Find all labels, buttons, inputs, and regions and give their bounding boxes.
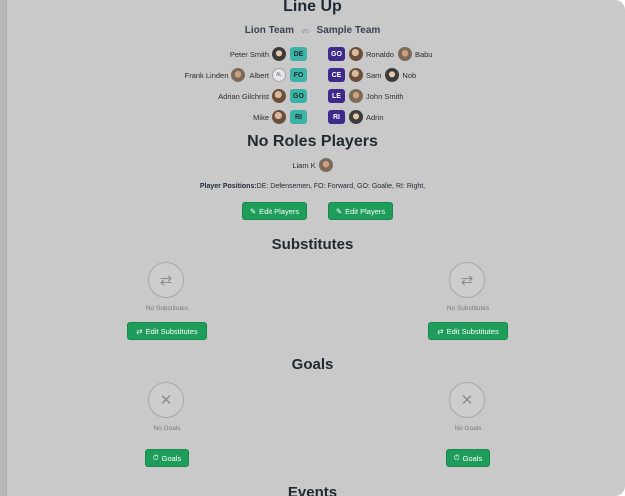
goals-button-left[interactable]: ⏱ Goals [145, 449, 189, 467]
avatar [272, 110, 286, 124]
player-name: Nob [402, 70, 417, 80]
avatar [349, 89, 363, 103]
player-name: Babu [414, 49, 433, 59]
edit-players-button-left[interactable]: ✎ Edit Players [242, 202, 307, 220]
substitutes-title: Substitutes [271, 236, 354, 253]
position-badge: GO [328, 47, 345, 61]
button-label: Goals [462, 453, 483, 463]
player-name: Peter Smith [229, 49, 269, 59]
vs-label: vs [301, 28, 309, 35]
lineup-row-left-2: Frank Linden Albert AL FO [0, 67, 307, 83]
player-right[interactable]: Adrin [349, 110, 384, 124]
player-name: Frank Linden [184, 70, 229, 80]
positions-label: Player Positions: [199, 183, 257, 190]
position-badge: CE [328, 68, 345, 82]
no-roles-player[interactable]: Liam K [0, 158, 625, 172]
player-left[interactable]: Peter Smith [230, 47, 286, 61]
lineup-row-left-1: Peter Smith DE [0, 46, 307, 62]
player-right[interactable]: Ronaldo [349, 47, 394, 61]
pencil-icon: ✎ [335, 206, 343, 216]
goals-title: Goals [291, 356, 334, 373]
player-left[interactable]: Mike [253, 110, 286, 124]
avatar [272, 47, 286, 61]
lineup-row-left-3: Adrian Gilchrist GO [0, 88, 307, 104]
position-badge: LE [328, 89, 345, 103]
avatar [349, 68, 363, 82]
swap-icon: ⇄ [148, 262, 184, 298]
avatar [318, 158, 333, 172]
edit-players-button-right[interactable]: ✎ Edit Players [328, 202, 393, 220]
player-name: Adrian Gilchrist [218, 91, 269, 101]
crossed-sticks-icon: ✕ [148, 382, 184, 418]
edit-substitutes-button-left[interactable]: ⇄ Edit Substitutes [127, 322, 207, 340]
avatar [397, 47, 412, 61]
events-title: Events [287, 484, 338, 496]
avatar-initials: AL [272, 68, 286, 82]
player-right[interactable]: Babu [397, 47, 433, 61]
position-badge: GO [290, 89, 307, 103]
avatar [349, 110, 363, 124]
button-label: Edit Players [259, 206, 300, 216]
button-label: Edit Substitutes [145, 326, 198, 336]
player-positions-legend: Player Positions:DE: Defensemen, FO: For… [0, 183, 625, 190]
avatar [385, 68, 400, 82]
player-name: John Smith [366, 91, 404, 101]
player-name: Albert [249, 70, 269, 80]
avatar [231, 68, 246, 82]
button-label: Edit Substitutes [446, 326, 499, 336]
lineup-row-right-1: GO Ronaldo Babu [328, 46, 432, 62]
position-badge: RI [290, 110, 307, 124]
no-goals-right: No Goals [454, 425, 482, 432]
player-right[interactable]: Sam [349, 68, 381, 82]
position-badge: RI [328, 110, 345, 124]
button-label: Edit Players [345, 206, 386, 216]
player-name: Liam K [292, 160, 316, 170]
player-name: Mike [253, 112, 269, 122]
no-roles-title: No Roles Players [247, 133, 378, 150]
edit-substitutes-button-right[interactable]: ⇄ Edit Substitutes [428, 322, 508, 340]
lineup-row-left-4: Mike RI [0, 109, 307, 125]
timer-icon: ⏱ [152, 453, 159, 462]
swap-icon: ⇄ [449, 262, 485, 298]
team-left-name: Lion Team [244, 25, 294, 36]
button-label: Goals [161, 453, 182, 463]
teams-header: Lion Team vs Sample Team [0, 25, 625, 36]
player-left[interactable]: Albert AL [249, 68, 286, 82]
player-left[interactable]: Frank Linden [185, 68, 246, 82]
team-right-name: Sample Team [316, 25, 381, 36]
player-name: Sam [366, 70, 382, 80]
modal-backdrop: Line Up Lion Team vs Sample Team Peter S… [0, 0, 625, 496]
position-badge: FO [290, 68, 307, 82]
positions-text: DE: Defensemen, FO: Forward, GO: Goalie,… [256, 183, 426, 190]
lineup-row-right-3: LE John Smith [328, 88, 404, 104]
lineup-row-right-4: RI Adrin [328, 109, 384, 125]
no-substitutes-right: No Substitutes [446, 305, 490, 312]
player-right[interactable]: Nob [385, 68, 416, 82]
lineup-title: Line Up [283, 0, 342, 15]
avatar [272, 89, 286, 103]
swap-icon: ⇄ [437, 326, 444, 336]
player-left[interactable]: Adrian Gilchrist [218, 89, 286, 103]
goals-button-right[interactable]: ⏱ Goals [446, 449, 490, 467]
avatar [349, 47, 363, 61]
player-right[interactable]: John Smith [349, 89, 404, 103]
lineup-row-right-2: CE Sam Nob [328, 67, 416, 83]
player-name: Ronaldo [366, 49, 394, 59]
position-badge: DE [290, 47, 307, 61]
swap-icon: ⇄ [136, 326, 143, 336]
no-goals-left: No Goals [153, 425, 181, 432]
player-name: Adrin [366, 112, 384, 122]
timer-icon: ⏱ [453, 453, 460, 462]
no-substitutes-left: No Substitutes [145, 305, 189, 312]
pencil-icon: ✎ [249, 206, 257, 216]
crossed-sticks-icon: ✕ [449, 382, 485, 418]
